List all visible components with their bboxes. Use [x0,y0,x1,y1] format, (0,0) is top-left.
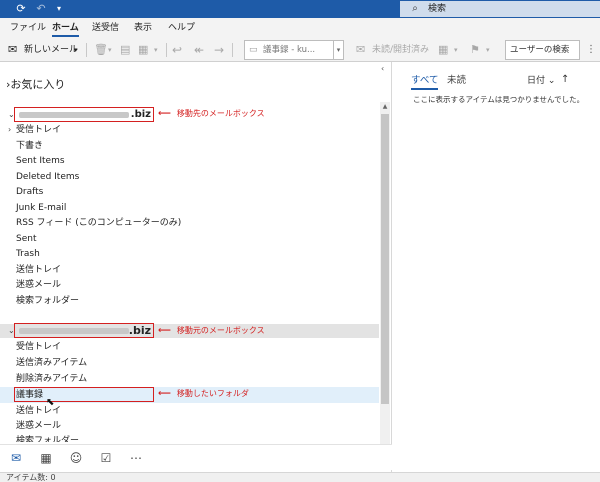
folder-item[interactable]: 検索フォルダー [16,434,79,442]
folder-item[interactable]: 迷惑メール [16,419,61,433]
undo-icon[interactable]: ↶ [34,2,48,16]
move-dropdown-icon[interactable]: ▾ [154,41,158,59]
folder-icon: ▭ [249,45,258,55]
tab-view[interactable]: 表示 [134,21,152,37]
folder-item[interactable]: 迷惑メール [16,278,61,292]
annotation-source: ⟵ 移動元のメールボックス [158,326,265,336]
status-bar: アイテム数: 0 [0,472,600,482]
toolbar-divider [232,43,233,57]
message-list-pane: すべて 未読 日付 ⌄ ↑ ここに表示するアイテムは見つかりませんでした。 [393,62,600,472]
more-options-icon[interactable]: ⋮ [586,41,596,59]
module-nav-bar: ✉ ▦ ☺ ☑ ⋯ [0,444,392,470]
arrow-left-icon: ⟵ [158,389,171,399]
toolbar-divider [86,43,87,57]
calendar-icon[interactable]: ▦ [38,450,54,466]
forward-icon[interactable]: → [214,41,224,59]
scroll-up-icon[interactable]: ▲ [380,102,390,112]
people-icon[interactable]: ☺ [68,450,84,466]
folder-item[interactable]: 送信トレイ [16,404,61,418]
move-icon[interactable]: ▦ [138,41,148,59]
item-count: アイテム数: 0 [6,473,56,482]
folder-item[interactable]: Sent Items [16,154,65,168]
account-name-box: .biz [14,323,154,338]
folder-item-selected[interactable]: 議事録 [16,388,43,402]
empty-list-message: ここに表示するアイテムは見つかりませんでした。 [413,95,585,104]
redacted-account-name [19,328,129,334]
chevron-down-icon[interactable]: ▾ [333,41,343,59]
sort-by-date-button[interactable]: 日付 ⌄ [527,74,555,88]
read-unread-button[interactable]: 未読/開封済み [372,41,429,59]
new-mail-button[interactable]: 新しいメール [24,41,78,59]
arrow-left-icon: ⟵ [158,326,171,336]
account-name-box: .biz [14,107,154,122]
quick-step-combo[interactable]: ▭ 議事録 - ku... ▾ [244,40,344,60]
scrollbar-thumb[interactable] [381,114,389,404]
folder-item[interactable]: Deleted Items [16,170,79,184]
ribbon-toolbar: ✉ 新しいメール ▾ 🗑 ▾ ▤ ▦ ▾ ↩ ↞ → ▭ 議事録 - ku...… [0,38,600,62]
account-domain: .biz [128,324,151,337]
search-placeholder: 検索 [428,4,447,14]
delete-icon[interactable]: 🗑 [94,41,108,59]
chevron-down-icon: ⌄ [547,76,556,86]
account-domain: .biz [130,109,151,120]
toolbar-divider [166,43,167,57]
tab-send-receive[interactable]: 送受信 [92,21,119,37]
redacted-account-name [19,112,129,118]
new-mail-icon[interactable]: ✉ [8,41,17,59]
search-icon: ⌕ [412,3,418,14]
folder-item[interactable]: 受信トレイ [16,123,61,137]
arrow-left-icon: ⟵ [158,109,171,119]
reply-icon[interactable]: ↩ [172,41,182,59]
annotation-selected-folder: ⟵ 移動したいフォルダ [158,389,249,399]
collapse-pane-icon[interactable]: ‹ [381,64,384,73]
folder-item[interactable]: RSS フィード (このコンピューターのみ) [16,216,181,230]
sort-order-icon[interactable]: ↑ [561,73,569,87]
favorites-header[interactable]: ›お気に入り [6,76,65,92]
expand-inbox-icon[interactable]: › [8,123,11,137]
filter-unread-tab[interactable]: 未読 [447,74,466,88]
tab-file[interactable]: ファイル [10,21,46,37]
new-mail-dropdown-icon[interactable]: ▾ [74,41,78,59]
quick-step-text: 議事録 - ku... [263,45,316,55]
user-search-input[interactable]: ユーザーの検索 [505,40,580,60]
folder-pane: ‹ ›お気に入り ⌄ .biz ⟵ 移動先のメールボックス › 受信トレイ 下書き… [0,62,392,472]
favorites-label: お気に入り [10,78,66,91]
categorize-icon[interactable]: ▦ [438,41,448,59]
folder-item[interactable]: 下書き [16,139,43,153]
tab-home[interactable]: ホーム [52,21,79,37]
reply-all-icon[interactable]: ↞ [194,41,204,59]
more-modules-icon[interactable]: ⋯ [128,450,144,466]
folder-item[interactable]: Drafts [16,185,43,199]
quick-access-dropdown-icon[interactable]: ▾ [52,2,66,16]
delete-dropdown-icon[interactable]: ▾ [108,41,112,59]
folder-pane-scrollbar[interactable]: ▲ ▼ [380,102,390,454]
envelope-open-icon[interactable]: ✉ [356,41,365,59]
categorize-dropdown-icon[interactable]: ▾ [454,41,458,59]
folder-item[interactable]: 受信トレイ [16,340,61,354]
folder-item[interactable]: Sent [16,232,36,246]
folder-item[interactable]: 検索フォルダー [16,294,79,308]
flag-dropdown-icon[interactable]: ▾ [486,41,490,59]
archive-icon[interactable]: ▤ [120,41,130,59]
ribbon-tabs: ファイル ホーム 送受信 表示 ヘルプ [0,18,600,38]
sync-icon[interactable]: ⟳ [14,2,28,16]
folder-item[interactable]: 削除済みアイテム [16,372,87,386]
mail-icon[interactable]: ✉ [8,450,24,466]
annotation-destination: ⟵ 移動先のメールボックス [158,109,265,119]
search-input[interactable]: ⌕ 検索 [400,1,600,17]
flag-icon[interactable]: ⚑ [470,41,480,59]
folder-item[interactable]: 送信済みアイテム [16,356,87,370]
user-search-placeholder: ユーザーの検索 [510,45,570,55]
folder-item[interactable]: 送信トレイ [16,263,61,277]
folder-item[interactable]: Junk E-mail [16,201,66,215]
filter-all-tab[interactable]: すべて [411,74,439,90]
title-bar: ⟳ ↶ ▾ ⌕ 検索 [0,0,600,18]
tasks-icon[interactable]: ☑ [98,450,114,466]
folder-item[interactable]: Trash [16,247,40,261]
tab-help[interactable]: ヘルプ [168,21,195,37]
